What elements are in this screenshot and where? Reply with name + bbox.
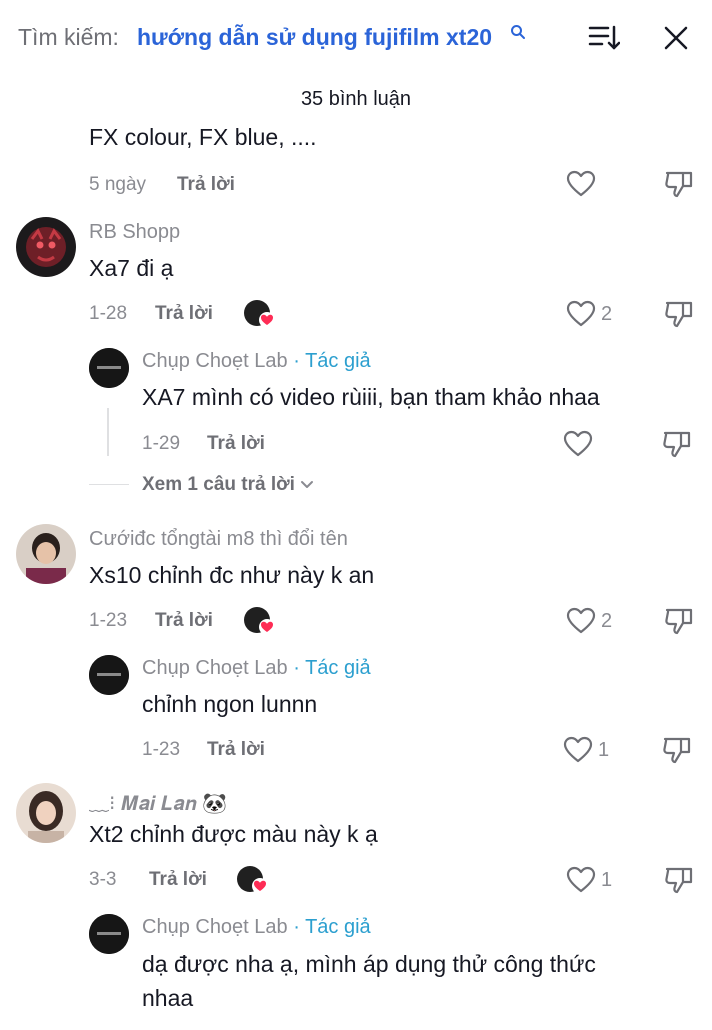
author-name: Chụp Choẹt Lab (142, 657, 288, 679)
sort-icon[interactable] (588, 24, 620, 52)
avatar[interactable] (89, 348, 129, 388)
comment-text: Xs10 chỉnh đc như này k an (89, 562, 375, 588)
author-badge: · Tác giả (293, 657, 371, 679)
creator-heart-icon (259, 619, 275, 635)
avatar-image (89, 914, 129, 954)
comment-text-line2: nhaa (142, 985, 194, 1011)
header: Tìm kiếm: hướng dẫn sử dụng fujifilm xt2… (0, 0, 712, 80)
view-more-divider (89, 484, 129, 485)
reply-button[interactable]: Trả lời (155, 303, 213, 325)
avatar[interactable] (16, 783, 76, 843)
thread-line (107, 408, 109, 456)
author-badge: · Tác giả (293, 350, 371, 372)
search-icon[interactable] (510, 24, 526, 40)
comment-author[interactable]: Chụp Choẹt Lab · Tác giả (142, 350, 371, 373)
comment-date: 1-29 (142, 433, 181, 454)
author-name: Chụp Choẹt Lab (142, 916, 288, 938)
avatar[interactable] (89, 655, 129, 695)
comment-text: XA7 mình có video rùiii, bạn tham khảo n… (142, 384, 600, 410)
avatar[interactable] (16, 217, 76, 277)
comment-date: 5 ngày (89, 174, 147, 195)
dislike-icon[interactable] (662, 429, 692, 459)
comment-author[interactable]: Chụp Choẹt Lab · Tác giả (142, 916, 371, 939)
comment-date: 1-28 (89, 303, 128, 324)
comment-text: chỉnh ngon lunnn (142, 691, 318, 717)
close-icon[interactable] (662, 24, 690, 52)
dislike-icon[interactable] (664, 169, 694, 199)
comment-text: Xa7 đi ạ (89, 255, 174, 281)
search-query-link[interactable]: hướng dẫn sử dụng fujifilm xt20 (137, 24, 492, 51)
comment-text-line1: dạ được nha ạ, mình áp dụng thử công thứ… (142, 951, 596, 977)
comment-author[interactable]: Chụp Choẹt Lab · Tác giả (142, 657, 371, 680)
heart-icon[interactable] (566, 607, 596, 635)
creator-heart-icon (252, 878, 268, 894)
avatar[interactable] (16, 524, 76, 584)
avatar-image (16, 217, 76, 277)
comment-date: 3-3 (89, 869, 117, 890)
creator-heart-icon (259, 312, 275, 328)
chevron-down-icon (301, 481, 314, 488)
comment-date: 1-23 (142, 739, 181, 760)
author-name: Chụp Choẹt Lab (142, 350, 288, 372)
comment-author[interactable]: ﹏⁝ 𝑴𝒂𝒊 𝑳𝒂𝒏 🐼 (89, 787, 227, 816)
heart-icon[interactable] (563, 736, 593, 764)
search-label: Tìm kiếm: (18, 24, 119, 50)
dislike-icon[interactable] (664, 606, 694, 636)
heart-icon[interactable] (563, 430, 593, 458)
avatar-image (16, 783, 76, 843)
avatar[interactable] (89, 914, 129, 954)
reply-button[interactable]: Trả lời (149, 869, 207, 891)
comment-author[interactable]: RB Shopp (89, 221, 180, 244)
view-replies-label: Xem 1 câu trả lời (142, 474, 295, 495)
like-count: 2 (601, 610, 613, 632)
reply-button[interactable]: Trả lời (207, 739, 265, 761)
like-count: 2 (601, 303, 613, 325)
author-badge: · Tác giả (293, 916, 371, 938)
comment-text: FX colour, FX blue, .... (89, 124, 317, 150)
heart-icon[interactable] (566, 170, 596, 198)
like-count: 1 (598, 739, 610, 761)
reply-button[interactable]: Trả lời (207, 433, 265, 455)
avatar-image (89, 655, 129, 695)
heart-icon[interactable] (566, 866, 596, 894)
reply-button[interactable]: Trả lời (177, 174, 235, 196)
heart-icon[interactable] (566, 300, 596, 328)
avatar-image (16, 524, 76, 584)
comment-count: 35 bình luận (300, 88, 412, 110)
like-count: 1 (601, 869, 613, 891)
dislike-icon[interactable] (664, 299, 694, 329)
reply-button[interactable]: Trả lời (155, 610, 213, 632)
dislike-icon[interactable] (662, 735, 692, 765)
view-replies-button[interactable]: Xem 1 câu trả lời (142, 474, 314, 496)
comment-date: 1-23 (89, 610, 128, 631)
dislike-icon[interactable] (664, 865, 694, 895)
avatar-image (89, 348, 129, 388)
comment-author[interactable]: Cướiđc tổngtài m8 thì đổi tên (89, 528, 348, 551)
comment-text: Xt2 chỉnh được màu này k ạ (89, 821, 378, 847)
